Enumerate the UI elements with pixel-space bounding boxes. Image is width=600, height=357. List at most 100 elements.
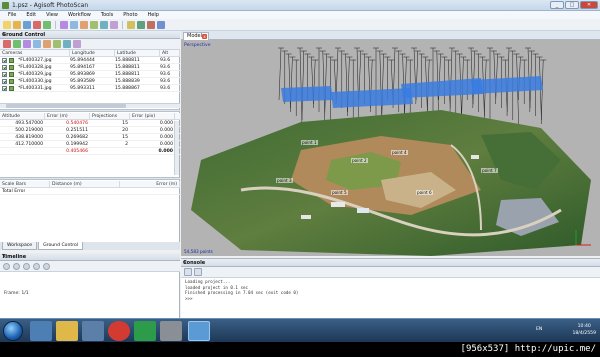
close-button[interactable]: ✕ <box>580 1 598 9</box>
save-icon[interactable] <box>23 20 31 29</box>
marker-label[interactable]: point 1 <box>301 140 318 145</box>
tab-ground-control[interactable]: Ground Control <box>38 242 84 250</box>
col-cameras[interactable]: Cameras <box>0 50 70 56</box>
close-tab-icon[interactable]: x <box>202 34 207 39</box>
col-latitude[interactable]: Latitude <box>115 50 160 56</box>
save-log-icon[interactable] <box>194 268 202 276</box>
marker-label[interactable]: point 6 <box>416 190 433 195</box>
camera-checkbox[interactable] <box>2 86 7 91</box>
photoscan-taskbar-icon[interactable] <box>188 321 210 341</box>
minimize-button[interactable]: _ <box>550 1 564 9</box>
ground-control-panel: Ground Control ✕ Cameras Longitude Latit… <box>0 31 180 250</box>
menu-workflow[interactable]: Workflow <box>63 11 96 19</box>
camera-checkbox[interactable] <box>2 65 7 70</box>
table-row[interactable]: 500.219000 0.251511 20 0.000 <box>0 127 180 134</box>
marker-label[interactable]: point 7 <box>481 168 498 173</box>
col-scale-bars[interactable]: Scale Bars <box>0 181 50 187</box>
texture-icon[interactable] <box>147 20 155 29</box>
point-cloud-icon[interactable] <box>137 20 145 29</box>
marker-label[interactable]: point 3 <box>276 178 293 183</box>
menu-photo[interactable]: Photo <box>118 11 142 19</box>
view-label: Perspective <box>184 43 211 48</box>
cameras-hscroll[interactable] <box>0 103 180 108</box>
table-row[interactable]: 438.819000 0.269682 15 0.000 <box>0 134 180 141</box>
play-icon[interactable] <box>3 262 10 270</box>
col-alt[interactable]: Alt <box>160 50 180 56</box>
tab-model-label: Model <box>187 33 203 39</box>
view-source-icon[interactable] <box>53 40 61 48</box>
model-icon[interactable] <box>127 20 135 29</box>
menu-edit[interactable]: Edit <box>21 11 41 19</box>
ruler-icon[interactable] <box>90 20 98 29</box>
new-icon[interactable] <box>3 20 11 29</box>
marker-label[interactable]: point 5 <box>331 190 348 195</box>
reset-icon[interactable] <box>33 40 41 48</box>
col-projections[interactable]: Projections <box>90 113 130 119</box>
camera-checkbox[interactable] <box>2 58 7 63</box>
taskbar: EN 10:40 18/4/2559 <box>0 318 600 342</box>
table-row[interactable]: *FL400328.jpg 95.894167 15.888811 93.6 <box>0 64 180 71</box>
ie-icon[interactable] <box>30 321 52 341</box>
menu-view[interactable]: View <box>41 11 63 19</box>
export-icon[interactable] <box>13 40 21 48</box>
splitter[interactable] <box>0 177 180 180</box>
zoom-in-icon[interactable] <box>100 20 108 29</box>
record-icon[interactable] <box>13 262 20 270</box>
clock[interactable]: 10:40 18/4/2559 <box>572 323 596 337</box>
table-row[interactable]: 412.710000 0.199942 2 0.000 <box>0 141 180 148</box>
table-row[interactable]: *FL400331.jpg 95.893311 15.888867 93.6 <box>0 85 180 92</box>
maximize-button[interactable]: □ <box>565 1 579 9</box>
app-icon[interactable] <box>160 321 182 341</box>
optimize-icon[interactable] <box>23 40 31 48</box>
explorer-icon[interactable] <box>56 321 78 341</box>
col-distance[interactable]: Distance (m) <box>50 181 120 187</box>
table-row[interactable]: *FL400327.jpg 95.894444 15.888811 93.6 <box>0 57 180 64</box>
navigate-icon[interactable] <box>60 20 68 29</box>
col-altitude[interactable]: Altitude <box>0 113 45 119</box>
menu-help[interactable]: Help <box>143 11 164 19</box>
view-estimated-icon[interactable] <box>43 40 51 48</box>
panel-close-icon[interactable]: ✕ <box>183 260 598 266</box>
marker-label[interactable]: point 4 <box>391 150 408 155</box>
stop-icon[interactable] <box>23 262 30 270</box>
camera-checkbox[interactable] <box>2 72 7 77</box>
markers-vscroll[interactable] <box>174 121 179 175</box>
table-row[interactable]: 0.405466 0.000 <box>0 148 180 155</box>
col-error-m[interactable]: Error (m) <box>45 113 90 119</box>
chrome-icon[interactable] <box>108 321 130 341</box>
tab-workspace[interactable]: Workspace <box>2 242 38 250</box>
splitter[interactable] <box>0 109 180 112</box>
table-row[interactable]: *FL400330.jpg 95.893589 15.888839 93.6 <box>0 78 180 85</box>
tab-model[interactable]: Model x <box>183 32 209 40</box>
start-button[interactable] <box>3 321 23 341</box>
open-icon[interactable] <box>13 20 21 29</box>
settings-icon[interactable] <box>73 40 81 48</box>
language-indicator[interactable]: EN <box>536 327 542 332</box>
app-icon[interactable] <box>134 321 156 341</box>
camera-checkbox[interactable] <box>2 79 7 84</box>
camera-icon[interactable] <box>157 20 165 29</box>
table-row[interactable]: 493.547000 0.540476 15 0.000 <box>0 120 180 127</box>
col-scale-error[interactable]: Error (m) <box>120 181 180 187</box>
view-errors-icon[interactable] <box>63 40 71 48</box>
col-error-pix[interactable]: Error (pix) <box>130 113 175 119</box>
media-icon[interactable] <box>82 321 104 341</box>
marker-label[interactable]: point 2 <box>351 158 368 163</box>
app-window: 1.psz - Agisoft PhotoScan _ □ ✕ File Edi… <box>0 0 600 318</box>
clear-icon[interactable] <box>184 268 192 276</box>
import-icon[interactable] <box>3 40 11 48</box>
model-viewport[interactable]: Perspective point 1 point 2 point 3 point 4… <box>181 40 600 256</box>
select-icon[interactable] <box>70 20 78 29</box>
menu-file[interactable]: File <box>3 11 21 19</box>
panel-close-icon[interactable]: ✕ <box>2 32 178 38</box>
zoom-out-icon[interactable] <box>110 20 118 29</box>
redo-icon[interactable] <box>43 20 51 29</box>
undo-icon[interactable] <box>33 20 41 29</box>
rotate-icon[interactable] <box>80 20 88 29</box>
settings-icon[interactable] <box>43 262 50 270</box>
panel-close-icon[interactable]: ✕ <box>2 254 178 260</box>
col-longitude[interactable]: Longitude <box>70 50 115 56</box>
menu-tools[interactable]: Tools <box>96 11 118 19</box>
loop-icon[interactable] <box>33 262 40 270</box>
table-row[interactable]: *FL400329.jpg 95.893869 15.888811 93.6 <box>0 71 180 78</box>
